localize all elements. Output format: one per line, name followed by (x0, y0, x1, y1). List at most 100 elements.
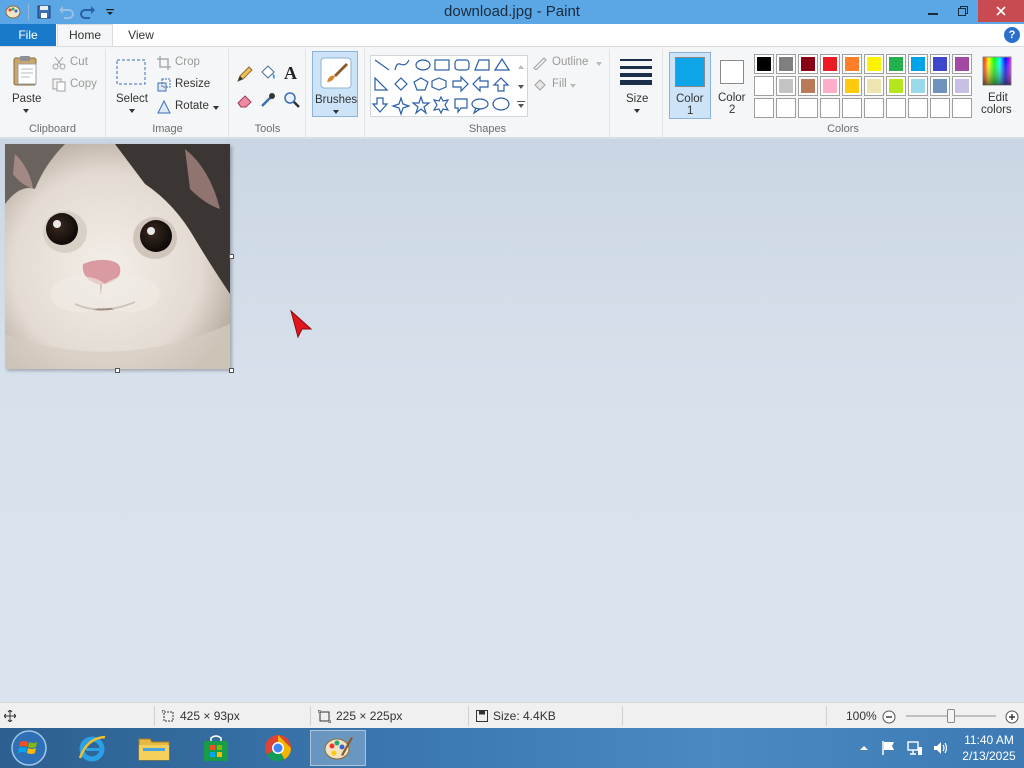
close-button[interactable] (978, 0, 1024, 22)
brush-icon (320, 57, 352, 89)
fill-bucket-icon[interactable] (259, 64, 277, 82)
save-icon[interactable] (35, 3, 53, 21)
select-button[interactable]: Select (113, 51, 149, 117)
palette-swatch[interactable] (930, 54, 950, 74)
tab-view[interactable]: View (116, 24, 166, 46)
palette-swatch-empty[interactable] (886, 98, 906, 118)
fill-button[interactable]: Fill (532, 77, 606, 95)
palette-swatch[interactable] (908, 54, 928, 74)
zoom-slider[interactable] (906, 709, 996, 723)
title-bar: download.jpg - Paint (0, 0, 1024, 24)
palette-swatch[interactable] (908, 76, 928, 96)
palette-swatch[interactable] (820, 54, 840, 74)
taskbar-paint[interactable] (310, 730, 366, 766)
customize-qat-icon[interactable] (101, 3, 119, 21)
quick-access-toolbar (0, 0, 119, 24)
resize-label: Resize (175, 78, 211, 90)
resize-handle-corner[interactable] (229, 368, 234, 373)
magnifier-icon[interactable] (283, 91, 301, 109)
redo-icon[interactable] (79, 3, 97, 21)
palette-swatch-empty[interactable] (776, 98, 796, 118)
help-icon[interactable]: ? (1004, 27, 1020, 43)
brushes-button[interactable]: Brushes (312, 51, 358, 117)
size-button[interactable]: Size (615, 51, 659, 117)
resize-handle-bottom[interactable] (115, 368, 120, 373)
palette-swatch[interactable] (776, 76, 796, 96)
chrome-icon (265, 735, 292, 762)
palette-swatch-empty[interactable] (798, 98, 818, 118)
zoom-slider-thumb[interactable] (947, 709, 955, 723)
crop-button[interactable]: Crop (157, 55, 223, 73)
copy-icon (52, 78, 66, 92)
taskbar-chrome[interactable] (250, 730, 306, 766)
taskbar-file-explorer[interactable] (126, 730, 182, 766)
show-hidden-icons-icon[interactable] (856, 740, 872, 756)
palette-swatch[interactable] (754, 54, 774, 74)
copy-button[interactable]: Copy (52, 77, 102, 95)
palette-swatch[interactable] (952, 54, 972, 74)
palette-swatch-empty[interactable] (930, 98, 950, 118)
palette-swatch[interactable] (952, 76, 972, 96)
palette-swatch-empty[interactable] (908, 98, 928, 118)
file-size: Size: 4.4KB (476, 703, 556, 729)
start-button[interactable] (6, 730, 52, 766)
restore-button[interactable] (948, 0, 978, 22)
outline-button[interactable]: Outline (532, 55, 606, 73)
palette-swatch[interactable] (886, 76, 906, 96)
palette-swatch[interactable] (930, 76, 950, 96)
color1-button[interactable]: Color 1 (669, 52, 711, 119)
paint-app-icon[interactable] (4, 3, 22, 21)
cursor-position: 425 × 93px (162, 703, 240, 729)
color-picker-icon[interactable] (259, 91, 277, 109)
taskbar-clock[interactable]: 11:40 AM 2/13/2025 (954, 732, 1024, 764)
palette-swatch[interactable] (864, 54, 884, 74)
palette-swatch[interactable] (864, 76, 884, 96)
colors-group-label: Colors (827, 123, 859, 135)
taskbar-store[interactable] (188, 730, 244, 766)
palette-swatch[interactable] (842, 76, 862, 96)
undo-icon[interactable] (57, 3, 75, 21)
taskbar-internet-explorer[interactable] (64, 730, 120, 766)
pencil-icon[interactable] (236, 65, 254, 83)
tab-file[interactable]: File (0, 24, 56, 46)
outline-icon (533, 57, 547, 70)
palette-swatch[interactable] (820, 76, 840, 96)
palette-swatch-empty[interactable] (952, 98, 972, 118)
canvas-image[interactable] (5, 144, 230, 369)
palette-swatch[interactable] (798, 76, 818, 96)
palette-swatch[interactable] (776, 54, 796, 74)
resize-button[interactable]: Resize (157, 77, 223, 95)
cut-button[interactable]: Cut (52, 55, 102, 73)
volume-icon[interactable] (932, 739, 950, 757)
zoom-out-icon[interactable] (882, 710, 896, 724)
palette-swatch-empty[interactable] (754, 98, 774, 118)
canvas-workspace[interactable] (0, 139, 1024, 702)
rotate-button[interactable]: Rotate (157, 99, 227, 117)
edit-colors-button[interactable]: Edit colors (976, 52, 1020, 119)
zoom-in-icon[interactable] (1005, 710, 1019, 724)
line-size-icon (620, 59, 652, 85)
shapes-gallery[interactable] (370, 55, 528, 117)
tab-home[interactable]: Home (57, 24, 113, 47)
resize-handle-right[interactable] (229, 254, 234, 259)
palette-swatch[interactable] (842, 54, 862, 74)
text-tool-icon[interactable]: A (284, 63, 297, 84)
eraser-icon[interactable] (236, 91, 254, 109)
paste-icon (13, 56, 37, 86)
palette-swatch[interactable] (886, 54, 906, 74)
color2-button[interactable]: Color 2 (712, 52, 754, 119)
palette-swatch[interactable] (754, 76, 774, 96)
shapes-scrollbar[interactable] (514, 55, 528, 117)
zoom-level: 100% (846, 709, 877, 723)
file-size-text: Size: 4.4KB (493, 709, 556, 723)
palette-swatch-empty[interactable] (864, 98, 884, 118)
select-icon (116, 59, 146, 85)
palette-swatch[interactable] (798, 54, 818, 74)
palette-swatch-empty[interactable] (842, 98, 862, 118)
network-icon[interactable] (906, 739, 924, 757)
action-center-flag-icon[interactable] (880, 739, 898, 757)
paste-button[interactable]: Paste (4, 51, 46, 117)
clock-date: 2/13/2025 (962, 749, 1016, 763)
minimize-button[interactable] (918, 0, 948, 22)
palette-swatch-empty[interactable] (820, 98, 840, 118)
